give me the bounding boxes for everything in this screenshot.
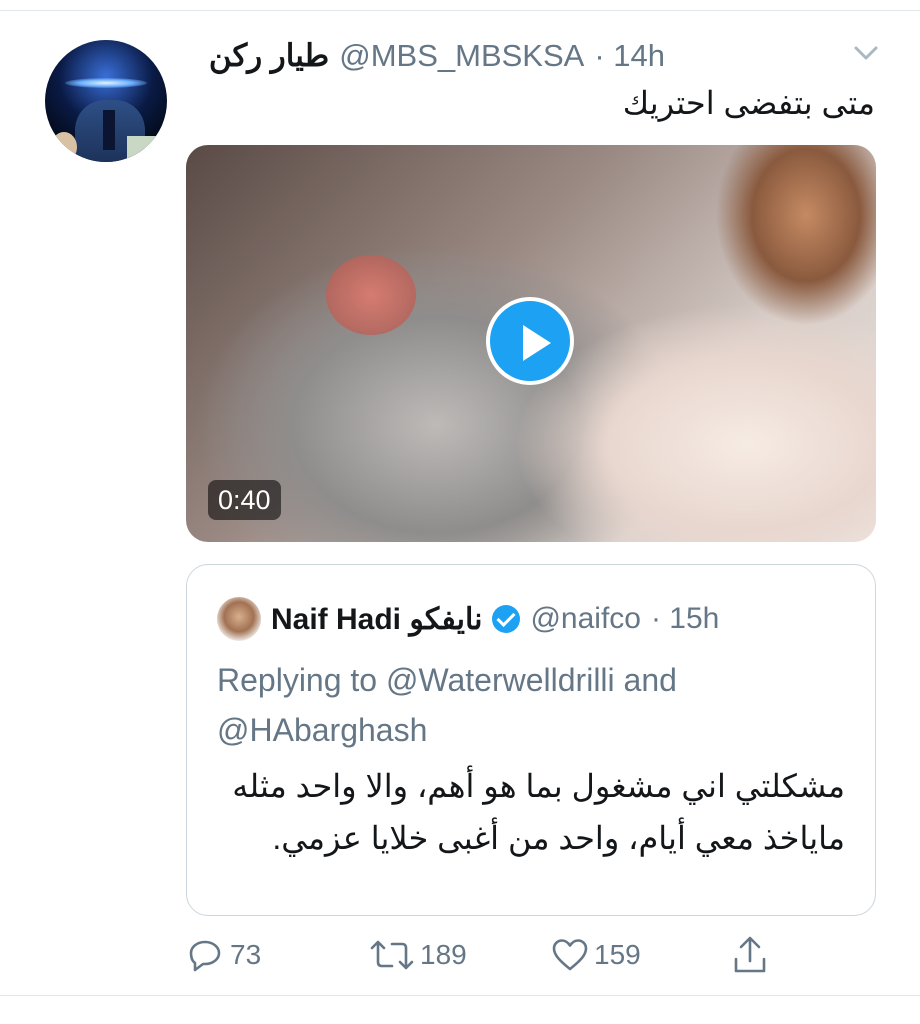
- like-icon: [552, 939, 588, 971]
- avatar-glow: [65, 78, 147, 88]
- replying-to: Replying to @Waterwelldrilli and @HAbarg…: [217, 662, 677, 748]
- video-frame-detail: [326, 255, 416, 335]
- bottom-divider: [0, 995, 920, 996]
- quoted-header: Naif Hadi نايفكو @naifco · 15h: [271, 597, 719, 641]
- like-count: 159: [594, 939, 641, 970]
- retweet-count: 189: [420, 939, 467, 970]
- quoted-tweet-text: مشكلتي اني مشغول بما هو أهم، والا واحد م…: [232, 768, 845, 856]
- display-name[interactable]: طيار ركن: [209, 38, 329, 74]
- play-icon[interactable]: [486, 297, 574, 385]
- top-divider: [0, 10, 920, 11]
- quoted-avatar: [217, 597, 261, 641]
- quoted-timestamp: · 15h: [650, 602, 720, 635]
- video-player[interactable]: 0:40: [186, 145, 876, 542]
- retweet-icon: [370, 940, 414, 970]
- share-button[interactable]: [732, 930, 768, 980]
- tweet-text: متى بتفضى احتريك: [622, 85, 875, 121]
- reply-count: 73: [230, 939, 262, 970]
- tweet-actions: 73 189 159: [0, 930, 920, 980]
- like-button[interactable]: 159: [552, 930, 641, 980]
- chevron-down-icon[interactable]: [852, 42, 880, 64]
- reply-button[interactable]: 73: [188, 930, 261, 980]
- avatar-tie: [103, 110, 115, 150]
- avatar[interactable]: [45, 40, 167, 162]
- quoted-tweet[interactable]: Naif Hadi نايفكو @naifco · 15h Replying …: [186, 564, 876, 916]
- verified-icon: [492, 605, 521, 633]
- quoted-display-name: Naif Hadi نايفكو: [271, 602, 483, 636]
- share-icon: [734, 936, 766, 973]
- tweet-header: طيار ركن @MBS_MBSKSA · 14h: [209, 38, 665, 74]
- video-duration: 0:40: [208, 480, 281, 520]
- timestamp[interactable]: · 14h: [594, 38, 665, 74]
- avatar-face: [51, 132, 77, 162]
- retweet-button[interactable]: 189: [370, 930, 467, 980]
- handle[interactable]: @MBS_MBSKSA: [339, 38, 584, 74]
- quoted-handle: @naifco: [530, 602, 641, 635]
- avatar-badge: [127, 136, 167, 162]
- reply-icon: [189, 940, 221, 972]
